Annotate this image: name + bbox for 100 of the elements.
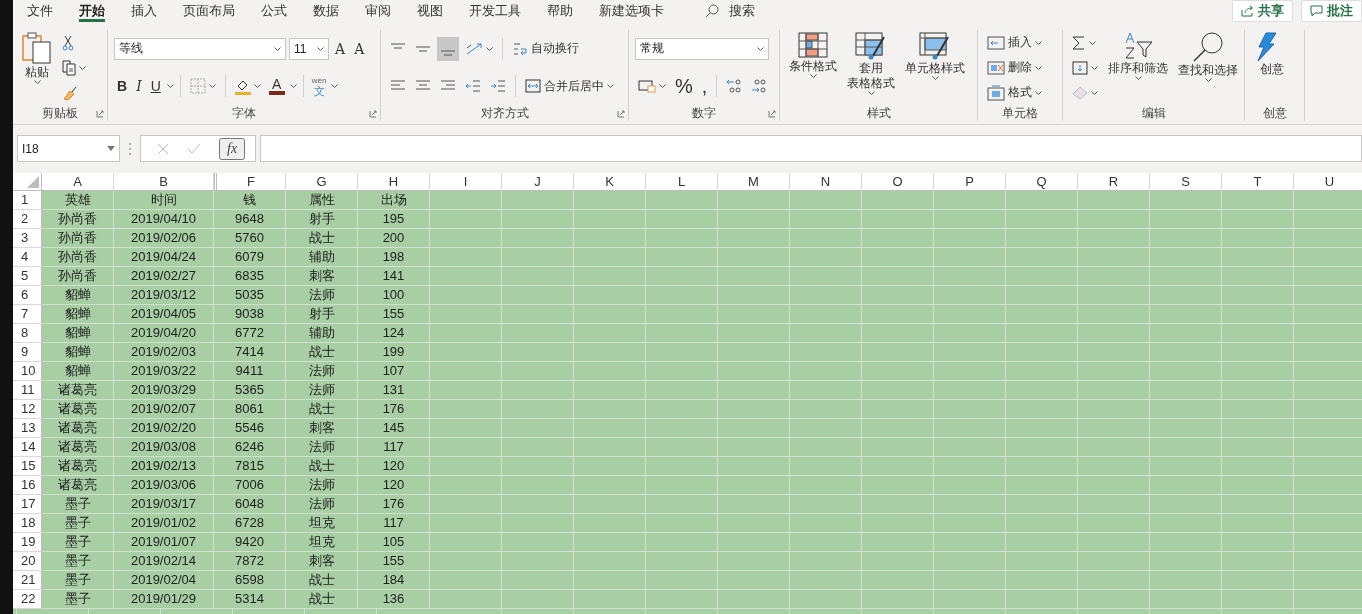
row-header[interactable]: 7	[13, 305, 42, 324]
cells-button[interactable]: 格式	[984, 80, 1045, 105]
check-icon[interactable]	[187, 142, 201, 155]
style-button[interactable]: 套用 表格格式	[844, 30, 898, 105]
column-header[interactable]: F	[214, 173, 286, 191]
dialog-launcher-icon[interactable]	[768, 110, 776, 118]
caret-icon[interactable]	[166, 84, 174, 89]
column-header[interactable]: U	[1294, 173, 1362, 191]
column-header[interactable]: M	[718, 173, 790, 191]
column-header[interactable]: R	[1078, 173, 1150, 191]
menu-tab[interactable]: 帮助	[534, 0, 586, 22]
row-header[interactable]: 9	[13, 343, 42, 362]
caret-icon[interactable]	[1089, 40, 1096, 45]
row-header[interactable]: 6	[13, 286, 42, 305]
row-header[interactable]: 22	[13, 590, 42, 609]
style-button[interactable]: 条件格式	[786, 30, 840, 105]
caret-icon[interactable]	[1035, 40, 1042, 45]
italic-button[interactable]: I	[133, 78, 145, 95]
row-header[interactable]: 12	[13, 400, 42, 419]
comment-button[interactable]: 批注	[1301, 0, 1362, 22]
wrap-text-button[interactable]: 自动换行	[509, 36, 582, 61]
menu-tab[interactable]: 审阅	[352, 0, 404, 22]
cells-button[interactable]: 删除	[984, 55, 1045, 80]
menu-tab[interactable]: 插入	[118, 0, 170, 22]
caret-icon[interactable]	[659, 84, 666, 89]
column-header[interactable]: O	[862, 173, 934, 191]
caret-icon[interactable]	[486, 46, 493, 51]
search-button[interactable]: 搜索	[699, 1, 761, 21]
row-header[interactable]: 5	[13, 267, 42, 286]
caret-icon[interactable]	[274, 46, 281, 51]
menu-tab[interactable]: 页面布局	[170, 0, 248, 22]
row-header[interactable]: 16	[13, 476, 42, 495]
row-header[interactable]: 15	[13, 457, 42, 476]
merge-center-button[interactable]: 合并后居中	[522, 74, 617, 99]
column-header[interactable]: Q	[1006, 173, 1078, 191]
row-header[interactable]: 3	[13, 229, 42, 248]
column-header[interactable]: G	[286, 173, 358, 191]
caret-icon[interactable]	[107, 146, 115, 151]
caret-icon[interactable]	[1204, 78, 1212, 82]
row-header[interactable]: 11	[13, 381, 42, 400]
caret-icon[interactable]	[33, 80, 41, 84]
row-header[interactable]: 4	[13, 248, 42, 267]
menu-tab[interactable]: 文件	[14, 0, 66, 22]
shrink-font-button[interactable]: A	[351, 40, 368, 57]
insert-function-button[interactable]: fx	[219, 137, 246, 160]
caret-icon[interactable]	[757, 46, 764, 51]
grow-font-button[interactable]: A	[332, 40, 349, 57]
menu-tab[interactable]: 新建选项卡	[586, 0, 677, 22]
menu-tab[interactable]: 公式	[248, 0, 300, 22]
row-header[interactable]: 8	[13, 324, 42, 343]
row-header[interactable]: 19	[13, 533, 42, 552]
caret-icon[interactable]	[1035, 65, 1042, 70]
column-header[interactable]: B	[114, 173, 214, 191]
caret-icon[interactable]	[253, 84, 261, 89]
find-select-button[interactable]: 查找和选择	[1175, 30, 1241, 105]
caret-icon[interactable]	[607, 84, 614, 89]
caret-icon[interactable]	[79, 65, 86, 70]
column-header[interactable]: A	[42, 173, 114, 191]
row-header[interactable]: 21	[13, 571, 42, 590]
row-header[interactable]: 20	[13, 552, 42, 571]
bold-button[interactable]: B	[114, 78, 131, 95]
caret-icon[interactable]	[208, 84, 216, 89]
caret-icon[interactable]	[1091, 65, 1098, 70]
align-button[interactable]	[437, 36, 459, 61]
row-header[interactable]: 14	[13, 438, 42, 457]
column-header[interactable]: P	[934, 173, 1006, 191]
font-name-field[interactable]: 等线	[114, 37, 286, 60]
menu-tab[interactable]: 数据	[300, 0, 352, 22]
share-button[interactable]: 共享	[1232, 0, 1293, 22]
column-header[interactable]: T	[1222, 173, 1294, 191]
sort-filter-button[interactable]: 排序和筛选	[1105, 30, 1171, 105]
column-header[interactable]: I	[430, 173, 502, 191]
formula-input[interactable]	[260, 135, 1362, 162]
caret-icon[interactable]	[931, 76, 939, 80]
dialog-launcher-icon[interactable]	[617, 110, 625, 118]
caret-icon[interactable]	[317, 46, 324, 51]
row-header[interactable]: 13	[13, 419, 42, 438]
row-header[interactable]: 18	[13, 514, 42, 533]
cells-button[interactable]: 插入	[984, 30, 1045, 55]
row-header[interactable]: 2	[13, 210, 42, 229]
row-header[interactable]: 1	[13, 191, 42, 210]
underline-button[interactable]: U	[147, 78, 164, 95]
caret-icon[interactable]	[867, 91, 875, 95]
percent-button[interactable]: %	[672, 74, 696, 98]
paste-button[interactable]: 粘贴	[19, 30, 55, 105]
column-header[interactable]: L	[646, 173, 718, 191]
dialog-launcher-icon[interactable]	[96, 110, 104, 118]
menu-tab[interactable]: 开发工具	[456, 0, 534, 22]
row-header[interactable]: 10	[13, 362, 42, 381]
caret-icon[interactable]	[1035, 90, 1042, 95]
column-header[interactable]: J	[502, 173, 574, 191]
caret-icon[interactable]	[289, 84, 297, 89]
column-header[interactable]: S	[1150, 173, 1222, 191]
name-box[interactable]: I18	[17, 135, 120, 162]
font-color-button[interactable]: A	[266, 77, 287, 96]
column-header[interactable]: N	[790, 173, 862, 191]
style-button[interactable]: 单元格样式	[902, 30, 968, 105]
menu-tab[interactable]: 开始	[66, 0, 118, 22]
column-header[interactable]: H	[358, 173, 430, 191]
column-header[interactable]: K	[574, 173, 646, 191]
